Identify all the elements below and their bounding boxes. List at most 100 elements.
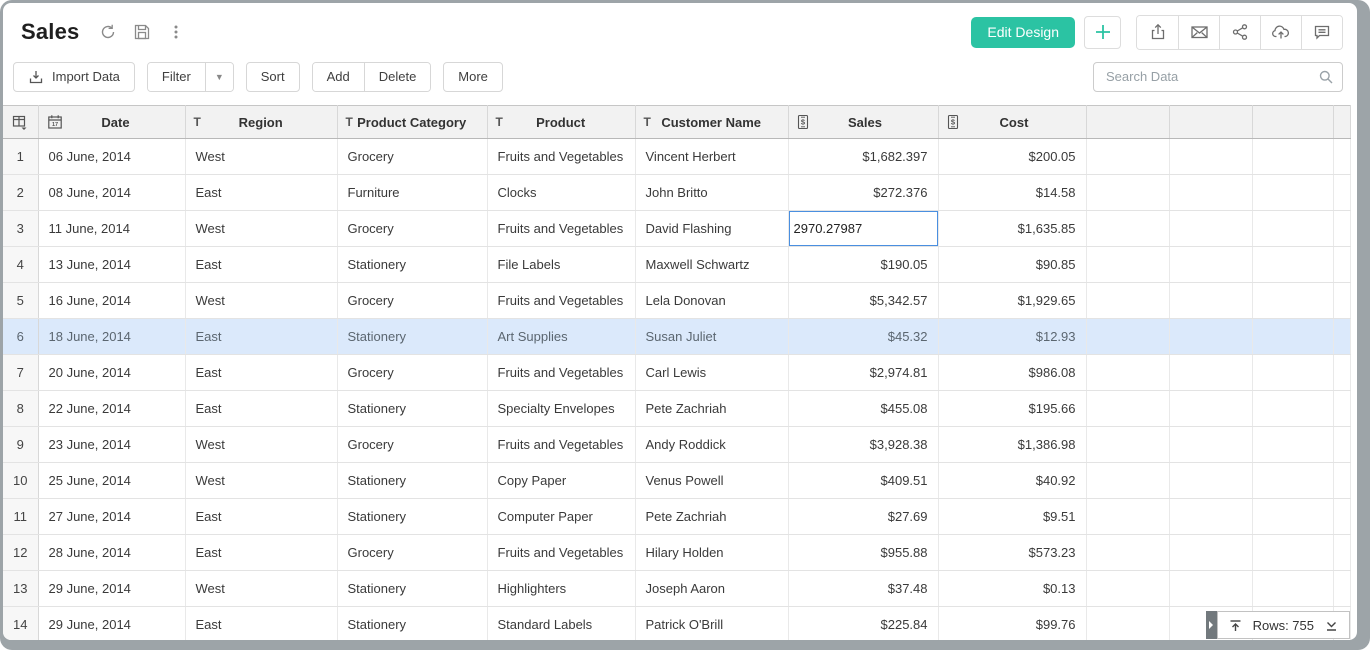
table-cell[interactable]: Venus Powell	[635, 463, 788, 499]
table-cell[interactable]: $1,682.397	[788, 139, 938, 175]
table-cell[interactable]: Stationery	[337, 247, 487, 283]
empty-cell[interactable]	[1086, 283, 1169, 319]
table-cell[interactable]: West	[185, 571, 337, 607]
more-button[interactable]: More	[443, 62, 503, 92]
table-cell[interactable]: 22 June, 2014	[38, 391, 185, 427]
table-cell[interactable]: Fruits and Vegetables	[487, 427, 635, 463]
table-cell[interactable]: 29 June, 2014	[38, 607, 185, 641]
empty-cell[interactable]	[1333, 499, 1350, 535]
table-cell[interactable]: Stationery	[337, 391, 487, 427]
empty-cell[interactable]	[1252, 535, 1333, 571]
table-cell[interactable]: West	[185, 211, 337, 247]
empty-cell[interactable]	[1169, 175, 1252, 211]
empty-cell[interactable]	[1252, 391, 1333, 427]
row-number-cell[interactable]: 8	[3, 391, 38, 427]
table-cell[interactable]: 2970.27987	[788, 211, 938, 247]
filter-button[interactable]: Filter	[148, 63, 205, 91]
table-cell[interactable]: $40.92	[938, 463, 1086, 499]
empty-cell[interactable]	[1333, 211, 1350, 247]
row-number-cell[interactable]: 10	[3, 463, 38, 499]
empty-cell[interactable]	[1333, 283, 1350, 319]
table-cell[interactable]: Fruits and Vegetables	[487, 283, 635, 319]
table-cell[interactable]: $0.13	[938, 571, 1086, 607]
table-cell[interactable]: Art Supplies	[487, 319, 635, 355]
empty-cell[interactable]	[1252, 247, 1333, 283]
select-all-header-cell[interactable]	[3, 106, 38, 139]
table-cell[interactable]: Susan Juliet	[635, 319, 788, 355]
table-cell[interactable]: Grocery	[337, 211, 487, 247]
table-cell[interactable]: David Flashing	[635, 211, 788, 247]
table-cell[interactable]: $3,928.38	[788, 427, 938, 463]
row-number-cell[interactable]: 7	[3, 355, 38, 391]
sort-button[interactable]: Sort	[246, 62, 300, 92]
empty-cell[interactable]	[1169, 427, 1252, 463]
column-header-product-category[interactable]: T Product Category	[337, 106, 487, 139]
row-number-cell[interactable]: 3	[3, 211, 38, 247]
empty-cell[interactable]	[1086, 355, 1169, 391]
empty-cell[interactable]	[1333, 319, 1350, 355]
table-cell[interactable]: $1,386.98	[938, 427, 1086, 463]
delete-button[interactable]: Delete	[364, 63, 431, 91]
empty-cell[interactable]	[1086, 319, 1169, 355]
table-cell[interactable]: $195.66	[938, 391, 1086, 427]
row-number-cell[interactable]: 12	[3, 535, 38, 571]
table-cell[interactable]: Grocery	[337, 535, 487, 571]
table-cell[interactable]: Computer Paper	[487, 499, 635, 535]
column-header-customer-name[interactable]: T Customer Name	[635, 106, 788, 139]
table-cell[interactable]: Patrick O'Brill	[635, 607, 788, 641]
table-cell[interactable]: 29 June, 2014	[38, 571, 185, 607]
table-cell[interactable]: Fruits and Vegetables	[487, 211, 635, 247]
table-cell[interactable]: 28 June, 2014	[38, 535, 185, 571]
table-cell[interactable]: Fruits and Vegetables	[487, 139, 635, 175]
table-cell[interactable]: $14.58	[938, 175, 1086, 211]
save-icon[interactable]	[132, 22, 152, 42]
table-cell[interactable]: East	[185, 607, 337, 641]
table-cell[interactable]: Copy Paper	[487, 463, 635, 499]
empty-cell[interactable]	[1333, 247, 1350, 283]
refresh-icon[interactable]	[98, 22, 118, 42]
empty-cell[interactable]	[1169, 319, 1252, 355]
table-cell[interactable]: 08 June, 2014	[38, 175, 185, 211]
empty-column-header[interactable]	[1086, 106, 1169, 139]
empty-cell[interactable]	[1169, 355, 1252, 391]
table-cell[interactable]: East	[185, 247, 337, 283]
column-header-region[interactable]: T Region	[185, 106, 337, 139]
cloud-upload-button[interactable]	[1260, 16, 1301, 49]
empty-cell[interactable]	[1252, 499, 1333, 535]
table-cell[interactable]: Highlighters	[487, 571, 635, 607]
table-cell[interactable]: Standard Labels	[487, 607, 635, 641]
empty-cell[interactable]	[1086, 427, 1169, 463]
email-button[interactable]	[1178, 16, 1219, 49]
empty-cell[interactable]	[1252, 139, 1333, 175]
empty-cell[interactable]	[1169, 283, 1252, 319]
table-cell[interactable]: $225.84	[788, 607, 938, 641]
table-cell[interactable]: Stationery	[337, 463, 487, 499]
empty-cell[interactable]	[1252, 319, 1333, 355]
empty-cell[interactable]	[1252, 355, 1333, 391]
table-cell[interactable]: 23 June, 2014	[38, 427, 185, 463]
empty-cell[interactable]	[1333, 463, 1350, 499]
table-cell[interactable]: 18 June, 2014	[38, 319, 185, 355]
table-cell[interactable]: $573.23	[938, 535, 1086, 571]
table-cell[interactable]: Carl Lewis	[635, 355, 788, 391]
add-new-button[interactable]	[1084, 16, 1121, 49]
empty-cell[interactable]	[1252, 211, 1333, 247]
edit-design-button[interactable]: Edit Design	[971, 17, 1075, 48]
row-number-cell[interactable]: 1	[3, 139, 38, 175]
table-cell[interactable]: $1,635.85	[938, 211, 1086, 247]
table-cell[interactable]: 11 June, 2014	[38, 211, 185, 247]
table-cell[interactable]: Grocery	[337, 355, 487, 391]
row-number-cell[interactable]: 13	[3, 571, 38, 607]
comment-button[interactable]	[1301, 16, 1342, 49]
table-cell[interactable]: Vincent Herbert	[635, 139, 788, 175]
table-cell[interactable]: Pete Zachriah	[635, 499, 788, 535]
table-cell[interactable]: John Britto	[635, 175, 788, 211]
column-header-date[interactable]: 17 Date	[38, 106, 185, 139]
table-cell[interactable]: $1,929.65	[938, 283, 1086, 319]
table-cell[interactable]: Stationery	[337, 499, 487, 535]
table-cell[interactable]: East	[185, 175, 337, 211]
empty-cell[interactable]	[1169, 139, 1252, 175]
column-header-sales[interactable]: $ Sales	[788, 106, 938, 139]
table-cell[interactable]: $5,342.57	[788, 283, 938, 319]
empty-cell[interactable]	[1086, 535, 1169, 571]
